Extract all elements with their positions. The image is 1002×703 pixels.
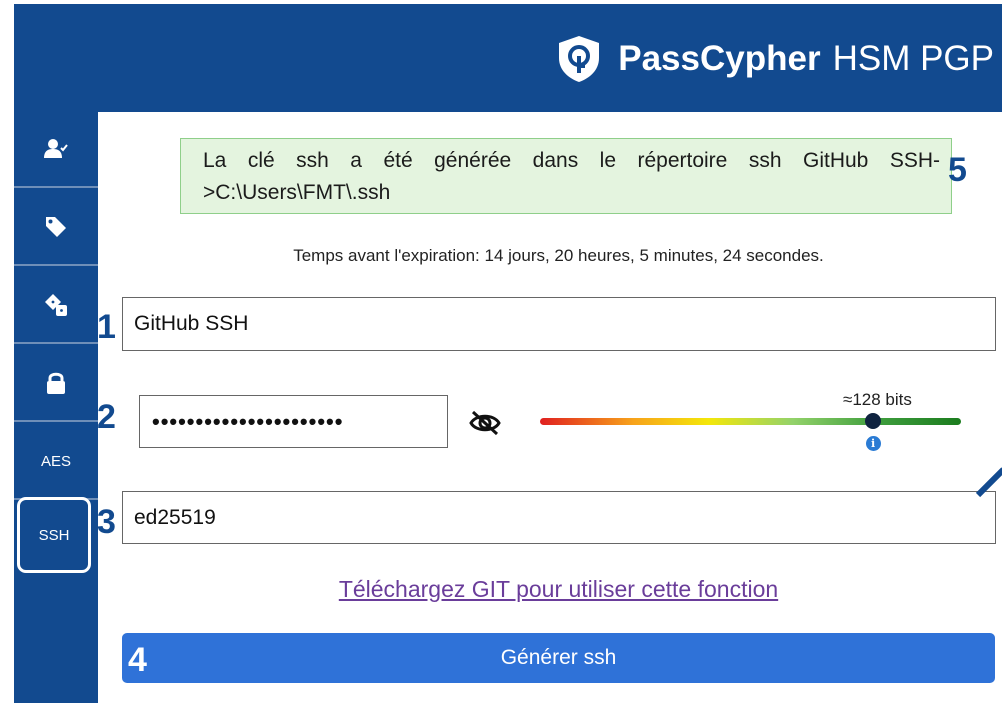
key-name-input[interactable]: GitHub SSH	[122, 297, 996, 351]
generate-ssh-label: Générer ssh	[500, 646, 617, 669]
generate-ssh-button[interactable]: Générer ssh	[122, 633, 995, 683]
password-value: ••••••••••••••••••••••	[152, 408, 344, 434]
password-input[interactable]: ••••••••••••••••••••••	[139, 395, 448, 448]
success-notice: La clé ssh a été générée dans le réperto…	[180, 138, 952, 214]
sidebar-item-dice[interactable]	[14, 268, 98, 344]
info-icon[interactable]: i	[865, 436, 881, 451]
sidebar-item-user[interactable]	[14, 112, 98, 188]
strength-bits-label: ≈128 bits	[843, 390, 912, 409]
notice-text: La clé ssh a été générée dans le réperto…	[203, 149, 940, 204]
key-type-value: ed25519	[134, 505, 216, 529]
tag-icon	[46, 217, 66, 237]
key-name-value: GitHub SSH	[134, 312, 249, 335]
user-check-icon	[44, 139, 68, 158]
step-number-5: 5	[948, 151, 967, 189]
strength-meter-thumb[interactable]	[864, 413, 881, 429]
dice-icon	[45, 294, 67, 316]
download-git-link[interactable]: Téléchargez GIT pour utiliser cette fonc…	[122, 576, 995, 603]
top-bar: PassCypher HSM PGP	[14, 4, 1002, 112]
sidebar-item-label: SSH	[38, 526, 70, 544]
step-number-2: 2	[97, 398, 116, 436]
sidebar-item-lock[interactable]	[14, 346, 98, 422]
brand: PassCypher HSM PGP	[554, 34, 994, 84]
sidebar-item-ssh[interactable]: SSH	[17, 497, 91, 573]
shield-key-icon	[559, 36, 600, 82]
sidebar: AES SSH	[14, 112, 98, 703]
step-number-4: 4	[128, 641, 147, 679]
step-number-3: 3	[97, 503, 116, 541]
key-type-field[interactable]: ed25519	[122, 491, 996, 544]
sidebar-item-label: AES	[40, 452, 71, 470]
eye-slash-icon[interactable]	[468, 409, 502, 437]
step-number-1: 1	[97, 308, 116, 346]
strength-meter-track	[540, 418, 961, 425]
expiry-text: Temps avant l'expiration: 14 jours, 20 h…	[293, 246, 824, 265]
lock-icon	[47, 372, 65, 394]
sidebar-item-tag[interactable]	[14, 190, 98, 266]
brand-suffix: HSM PGP	[832, 39, 994, 78]
brand-name: PassCypher	[618, 39, 821, 78]
sidebar-item-aes[interactable]: AES	[14, 424, 98, 500]
